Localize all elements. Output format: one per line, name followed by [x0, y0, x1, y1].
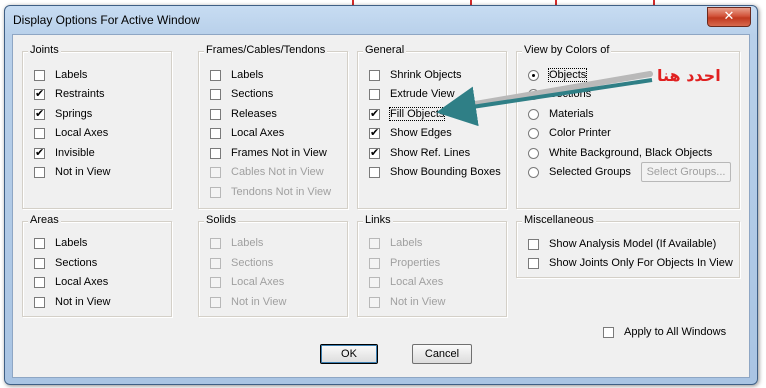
- annotation-text: احدد هنا: [657, 66, 721, 85]
- annotation-arrow: [436, 78, 653, 127]
- annotation-arrows: [436, 71, 653, 127]
- annotation-arrow-shadow: [449, 71, 653, 111]
